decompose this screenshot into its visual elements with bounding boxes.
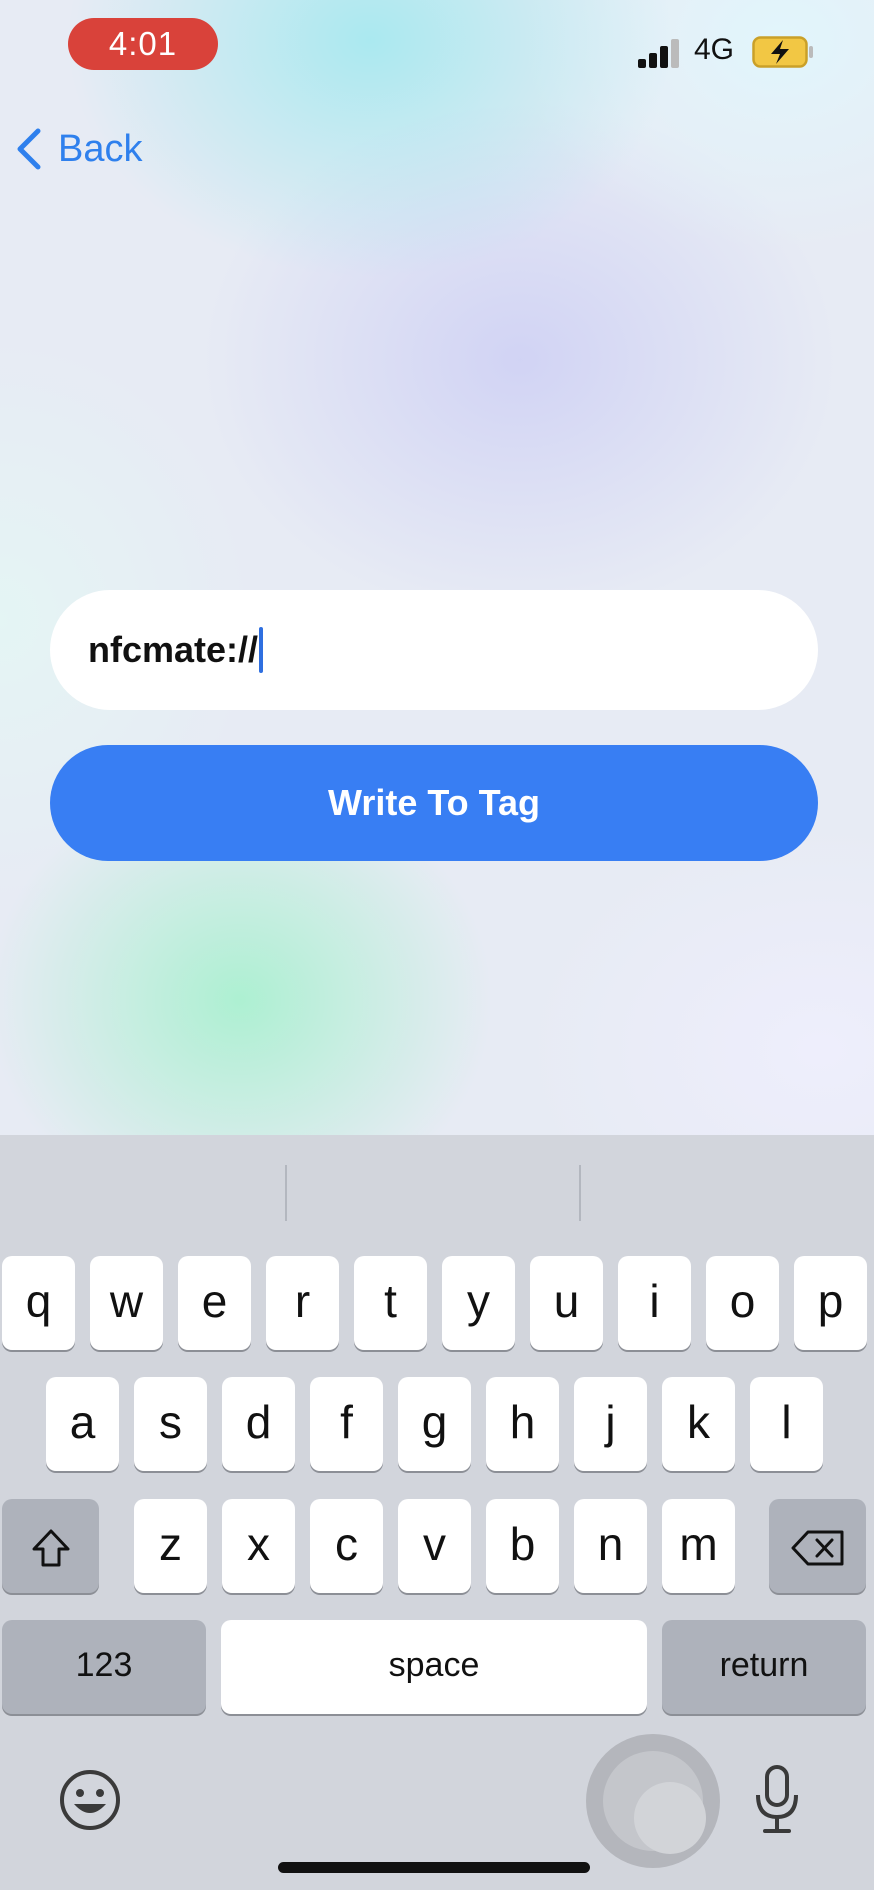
key-a[interactable]: a	[46, 1377, 119, 1471]
emoji-icon[interactable]	[58, 1768, 122, 1832]
numbers-key[interactable]: 123	[2, 1620, 206, 1714]
key-w[interactable]: w	[90, 1256, 163, 1350]
key-j[interactable]: j	[574, 1377, 647, 1471]
key-p[interactable]: p	[794, 1256, 867, 1350]
key-o[interactable]: o	[706, 1256, 779, 1350]
shift-icon	[32, 1529, 69, 1567]
battery-charging-icon	[752, 36, 813, 68]
key-i[interactable]: i	[618, 1256, 691, 1350]
back-button[interactable]: Back	[14, 124, 142, 174]
back-label: Back	[58, 127, 143, 170]
key-d[interactable]: d	[222, 1377, 295, 1471]
key-z[interactable]: z	[134, 1499, 207, 1593]
space-key[interactable]: space	[221, 1620, 647, 1714]
key-x[interactable]: x	[222, 1499, 295, 1593]
status-time: 4:01	[68, 18, 218, 70]
url-input-value: nfcmate://	[88, 629, 259, 670]
delete-icon	[791, 1530, 843, 1566]
key-s[interactable]: s	[134, 1377, 207, 1471]
network-type: 4G	[694, 33, 735, 66]
home-indicator	[278, 1862, 590, 1873]
key-h[interactable]: h	[486, 1377, 559, 1471]
delete-key[interactable]	[769, 1499, 866, 1593]
signal-strength-icon	[638, 38, 682, 68]
key-y[interactable]: y	[442, 1256, 515, 1350]
keyboard: qwertyuiop asdfghjkl zxcvbnm	[0, 1135, 874, 1890]
key-r[interactable]: r	[266, 1256, 339, 1350]
key-c[interactable]: c	[310, 1499, 383, 1593]
key-q[interactable]: q	[2, 1256, 75, 1350]
key-l[interactable]: l	[750, 1377, 823, 1471]
key-g[interactable]: g	[398, 1377, 471, 1471]
suggestion-divider	[579, 1165, 581, 1221]
return-key[interactable]: return	[662, 1620, 866, 1714]
key-n[interactable]: n	[574, 1499, 647, 1593]
key-k[interactable]: k	[662, 1377, 735, 1471]
key-t[interactable]: t	[354, 1256, 427, 1350]
key-m[interactable]: m	[662, 1499, 735, 1593]
write-to-tag-button[interactable]: Write To Tag	[50, 745, 818, 861]
chevron-left-icon	[17, 128, 41, 170]
url-input[interactable]: nfcmate://	[50, 590, 818, 710]
shift-key[interactable]	[2, 1499, 99, 1593]
key-b[interactable]: b	[486, 1499, 559, 1593]
key-f[interactable]: f	[310, 1377, 383, 1471]
dictation-mic-icon[interactable]	[753, 1765, 801, 1835]
suggestion-divider	[285, 1165, 287, 1221]
key-u[interactable]: u	[530, 1256, 603, 1350]
key-e[interactable]: e	[178, 1256, 251, 1350]
key-v[interactable]: v	[398, 1499, 471, 1593]
assistive-touch-button[interactable]	[586, 1734, 720, 1868]
text-cursor	[259, 627, 264, 673]
app-screen: 4:01 4G Back nfcmate:// Write To Tag	[0, 0, 874, 1135]
